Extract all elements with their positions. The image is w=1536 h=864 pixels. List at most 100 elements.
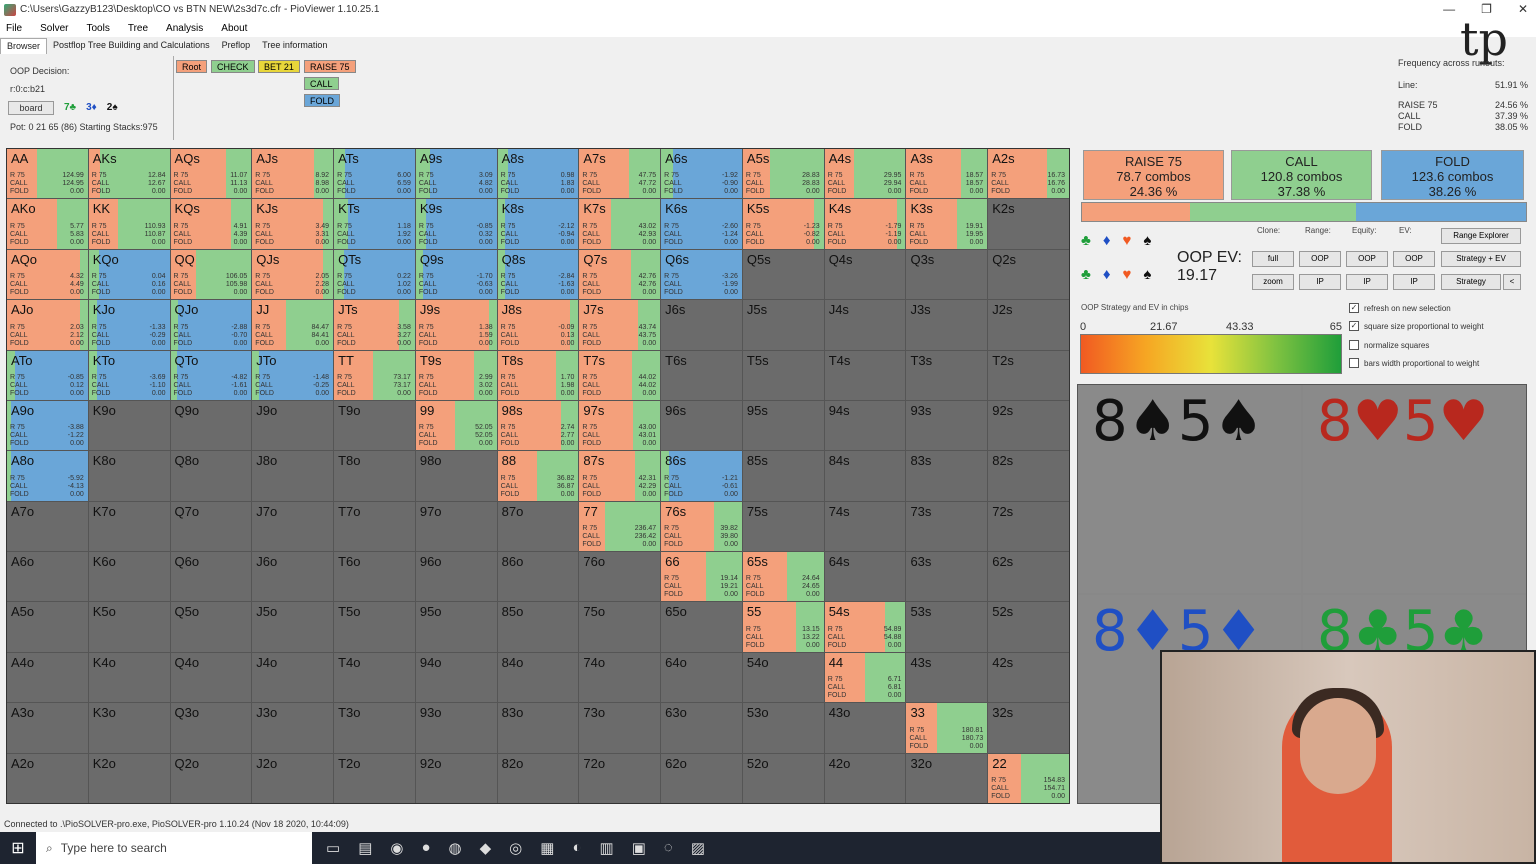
- hand-cell-TT[interactable]: TT R 75 73.17 CALL 73.17 FOLD 0.00: [334, 350, 415, 400]
- hand-cell-K2s[interactable]: K2s: [988, 199, 1069, 249]
- heart-icon[interactable]: ♥: [1123, 232, 1132, 249]
- hand-cell-73s[interactable]: 73s: [906, 501, 988, 552]
- file-explorer-icon[interactable]: ▤: [358, 839, 372, 857]
- hand-cell-94o[interactable]: 94o: [415, 652, 497, 703]
- hand-cell-52s[interactable]: 52s: [988, 602, 1069, 652]
- menu-tree[interactable]: Tree: [128, 23, 148, 34]
- hand-cell-KJo[interactable]: KJo R 75 -1.33 CALL -0.29 FOLD 0.00: [88, 300, 170, 350]
- hand-cell-54o[interactable]: 54o: [742, 652, 824, 703]
- hand-cell-ATs[interactable]: ATs R 75 6.00 CALL 6.59 FOLD 0.00: [334, 149, 415, 199]
- hand-cell-J4o[interactable]: J4o: [252, 652, 334, 703]
- strategy-button[interactable]: Strategy: [1441, 274, 1501, 290]
- hand-cell-73o[interactable]: 73o: [579, 703, 661, 753]
- hand-cell-J4s[interactable]: J4s: [824, 300, 906, 350]
- club-icon[interactable]: ♣: [1081, 232, 1091, 249]
- calculator-icon[interactable]: ▦: [540, 839, 554, 857]
- hand-cell-T6s[interactable]: T6s: [661, 350, 742, 400]
- chrome-icon[interactable]: ◉: [390, 839, 403, 857]
- hand-cell-JTo[interactable]: JTo R 75 -1.48 CALL -0.25 FOLD 0.00: [252, 350, 334, 400]
- combo-cell[interactable]: 8♠5♠: [1078, 385, 1301, 593]
- hand-cell-J6s[interactable]: J6s: [661, 300, 742, 350]
- menu-file[interactable]: File: [6, 23, 22, 34]
- square-size-checkbox[interactable]: ✓ square size proportional to weight: [1349, 321, 1484, 331]
- hand-cell-T2o[interactable]: T2o: [334, 753, 415, 803]
- hand-cell-K4s[interactable]: K4s R 75 -1.79 CALL -1.19 FOLD 0.00: [824, 199, 906, 249]
- hand-cell-86s[interactable]: 86s R 75 -1.21 CALL -0.61 FOLD 0.00: [661, 451, 742, 501]
- skype-icon[interactable]: ●: [421, 839, 430, 857]
- hand-cell-32o[interactable]: 32o: [906, 753, 988, 803]
- tab-tree-information[interactable]: Tree information: [256, 38, 333, 54]
- hand-cell-62s[interactable]: 62s: [988, 552, 1069, 602]
- spotify-icon[interactable]: ◐: [572, 839, 581, 857]
- hand-cell-63o[interactable]: 63o: [661, 703, 742, 753]
- equity-oop-button[interactable]: OOP: [1346, 251, 1388, 267]
- hand-cell-T4s[interactable]: T4s: [824, 350, 906, 400]
- collapse-arrow-button[interactable]: <: [1503, 274, 1521, 290]
- ev-oop-button[interactable]: OOP: [1393, 251, 1435, 267]
- whatsapp-icon[interactable]: ◍: [449, 839, 462, 857]
- hand-cell-Q5o[interactable]: Q5o: [170, 602, 252, 652]
- hand-cell-66[interactable]: 66 R 75 19.14 CALL 19.21 FOLD 0.00: [661, 552, 742, 602]
- hand-cell-92o[interactable]: 92o: [415, 753, 497, 803]
- hand-cell-72s[interactable]: 72s: [988, 501, 1069, 552]
- hand-cell-QTo[interactable]: QTo R 75 -4.82 CALL -1.61 FOLD 0.00: [170, 350, 252, 400]
- spade-icon[interactable]: ♠: [1143, 266, 1151, 283]
- menu-solver[interactable]: Solver: [40, 23, 68, 34]
- hand-cell-K9s[interactable]: K9s R 75 -0.85 CALL 0.32 FOLD 0.00: [415, 199, 497, 249]
- hand-cell-Q4o[interactable]: Q4o: [170, 652, 252, 703]
- club-icon[interactable]: ♣: [1081, 266, 1091, 283]
- board-button[interactable]: board: [8, 101, 54, 115]
- hand-cell-AKs[interactable]: AKs R 75 12.84 CALL 12.67 FOLD 0.00: [88, 149, 170, 199]
- hand-cell-J8o[interactable]: J8o: [252, 451, 334, 501]
- hand-cell-95o[interactable]: 95o: [415, 602, 497, 652]
- app-icon[interactable]: ▨: [691, 839, 705, 857]
- hand-cell-KJs[interactable]: KJs R 75 3.49 CALL 3.31 FOLD 0.00: [252, 199, 334, 249]
- hand-cell-J5s[interactable]: J5s: [742, 300, 824, 350]
- hand-cell-76s[interactable]: 76s R 75 39.82 CALL 39.80 FOLD 0.00: [661, 501, 742, 552]
- hand-cell-J9s[interactable]: J9s R 75 1.38 CALL 1.59 FOLD 0.00: [415, 300, 497, 350]
- hand-cell-T5o[interactable]: T5o: [334, 602, 415, 652]
- tree-bet-button[interactable]: BET 21: [258, 60, 300, 73]
- hand-cell-43s[interactable]: 43s: [906, 652, 988, 703]
- hand-cell-J5o[interactable]: J5o: [252, 602, 334, 652]
- hand-cell-K6o[interactable]: K6o: [88, 552, 170, 602]
- hand-cell-53s[interactable]: 53s: [906, 602, 988, 652]
- hand-cell-KQo[interactable]: KQo R 75 0.04 CALL 0.16 FOLD 0.00: [88, 249, 170, 300]
- hand-cell-K3o[interactable]: K3o: [88, 703, 170, 753]
- pioviewer-icon[interactable]: ▣: [632, 839, 646, 857]
- hand-cell-98s[interactable]: 98s R 75 2.74 CALL 2.77 FOLD 0.00: [497, 400, 579, 451]
- menu-tools[interactable]: Tools: [86, 23, 109, 34]
- hand-cell-A2s[interactable]: A2s R 75 16.73 CALL 16.76 FOLD 0.00: [988, 149, 1069, 199]
- hand-cell-T2s[interactable]: T2s: [988, 350, 1069, 400]
- hand-cell-96s[interactable]: 96s: [661, 400, 742, 451]
- checkbox-box[interactable]: ✓: [1349, 303, 1359, 313]
- hand-cell-A8s[interactable]: A8s R 75 0.98 CALL 1.83 FOLD 0.00: [497, 149, 579, 199]
- equity-ip-button[interactable]: IP: [1346, 274, 1388, 290]
- hand-cell-A6s[interactable]: A6s R 75 -1.92 CALL -0.90 FOLD 0.00: [661, 149, 742, 199]
- minimize-icon[interactable]: —: [1443, 2, 1455, 16]
- hand-cell-A4s[interactable]: A4s R 75 29.95 CALL 29.94 FOLD 0.00: [824, 149, 906, 199]
- hand-cell-J2s[interactable]: J2s: [988, 300, 1069, 350]
- hand-cell-T4o[interactable]: T4o: [334, 652, 415, 703]
- hand-cell-74s[interactable]: 74s: [824, 501, 906, 552]
- hand-cell-A6o[interactable]: A6o: [7, 552, 88, 602]
- hand-cell-33[interactable]: 33 R 75 180.81 CALL 180.73 FOLD 0.00: [906, 703, 988, 753]
- hand-cell-94s[interactable]: 94s: [824, 400, 906, 451]
- hand-cell-93o[interactable]: 93o: [415, 703, 497, 753]
- hand-cell-K9o[interactable]: K9o: [88, 400, 170, 451]
- hand-cell-K8s[interactable]: K8s R 75 -2.12 CALL -0.94 FOLD 0.00: [497, 199, 579, 249]
- bars-width-checkbox[interactable]: bars width proportional to weight: [1349, 358, 1479, 368]
- hand-cell-96o[interactable]: 96o: [415, 552, 497, 602]
- hand-cell-83o[interactable]: 83o: [497, 703, 579, 753]
- tree-check-button[interactable]: CHECK: [211, 60, 255, 73]
- hand-cell-K5o[interactable]: K5o: [88, 602, 170, 652]
- task-view-icon[interactable]: ▭: [326, 839, 340, 857]
- hand-cell-75o[interactable]: 75o: [579, 602, 661, 652]
- fold-summary[interactable]: FOLD 123.6 combos 38.26 %: [1381, 150, 1524, 200]
- hand-cell-A3s[interactable]: A3s R 75 18.57 CALL 18.57 FOLD 0.00: [906, 149, 988, 199]
- app-icon[interactable]: ◎: [509, 839, 522, 857]
- hand-cell-Q3s[interactable]: Q3s: [906, 249, 988, 300]
- hand-cell-99[interactable]: 99 R 75 52.05 CALL 52.05 FOLD 0.00: [415, 400, 497, 451]
- hand-cell-97o[interactable]: 97o: [415, 501, 497, 552]
- normalize-checkbox[interactable]: normalize squares: [1349, 340, 1429, 350]
